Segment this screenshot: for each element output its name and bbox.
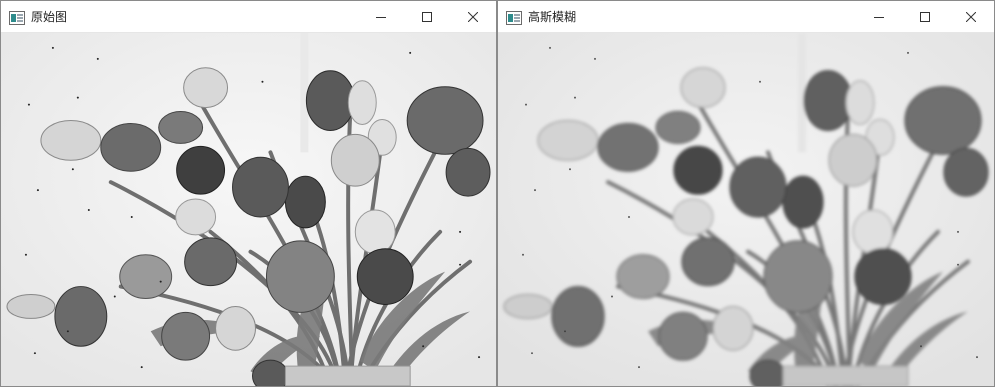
titlebar[interactable]: 高斯模糊: [498, 1, 994, 33]
minimize-button[interactable]: [856, 1, 902, 32]
desktop: 原始图 高斯模糊: [0, 0, 995, 387]
minimize-icon: [874, 16, 884, 18]
minimize-icon: [376, 16, 386, 18]
window-app-icon: [9, 10, 25, 25]
tulips-image-blurred: [498, 33, 994, 386]
window-title: 原始图: [31, 10, 68, 24]
gaussian-blur-window: 高斯模糊: [497, 0, 995, 387]
maximize-icon: [422, 11, 432, 22]
window-controls: [856, 1, 994, 32]
close-button[interactable]: [450, 1, 496, 32]
close-icon: [966, 11, 976, 22]
window-controls: [358, 1, 496, 32]
image-canvas: [1, 33, 496, 386]
maximize-button[interactable]: [902, 1, 948, 32]
close-icon: [468, 11, 478, 22]
image-canvas: [498, 33, 994, 386]
tulips-image: [1, 33, 496, 386]
titlebar[interactable]: 原始图: [1, 1, 496, 33]
original-image-window: 原始图: [0, 0, 497, 387]
minimize-button[interactable]: [358, 1, 404, 32]
maximize-icon: [920, 11, 930, 22]
window-app-icon: [506, 10, 522, 25]
close-button[interactable]: [948, 1, 994, 32]
maximize-button[interactable]: [404, 1, 450, 32]
window-title: 高斯模糊: [528, 10, 577, 24]
